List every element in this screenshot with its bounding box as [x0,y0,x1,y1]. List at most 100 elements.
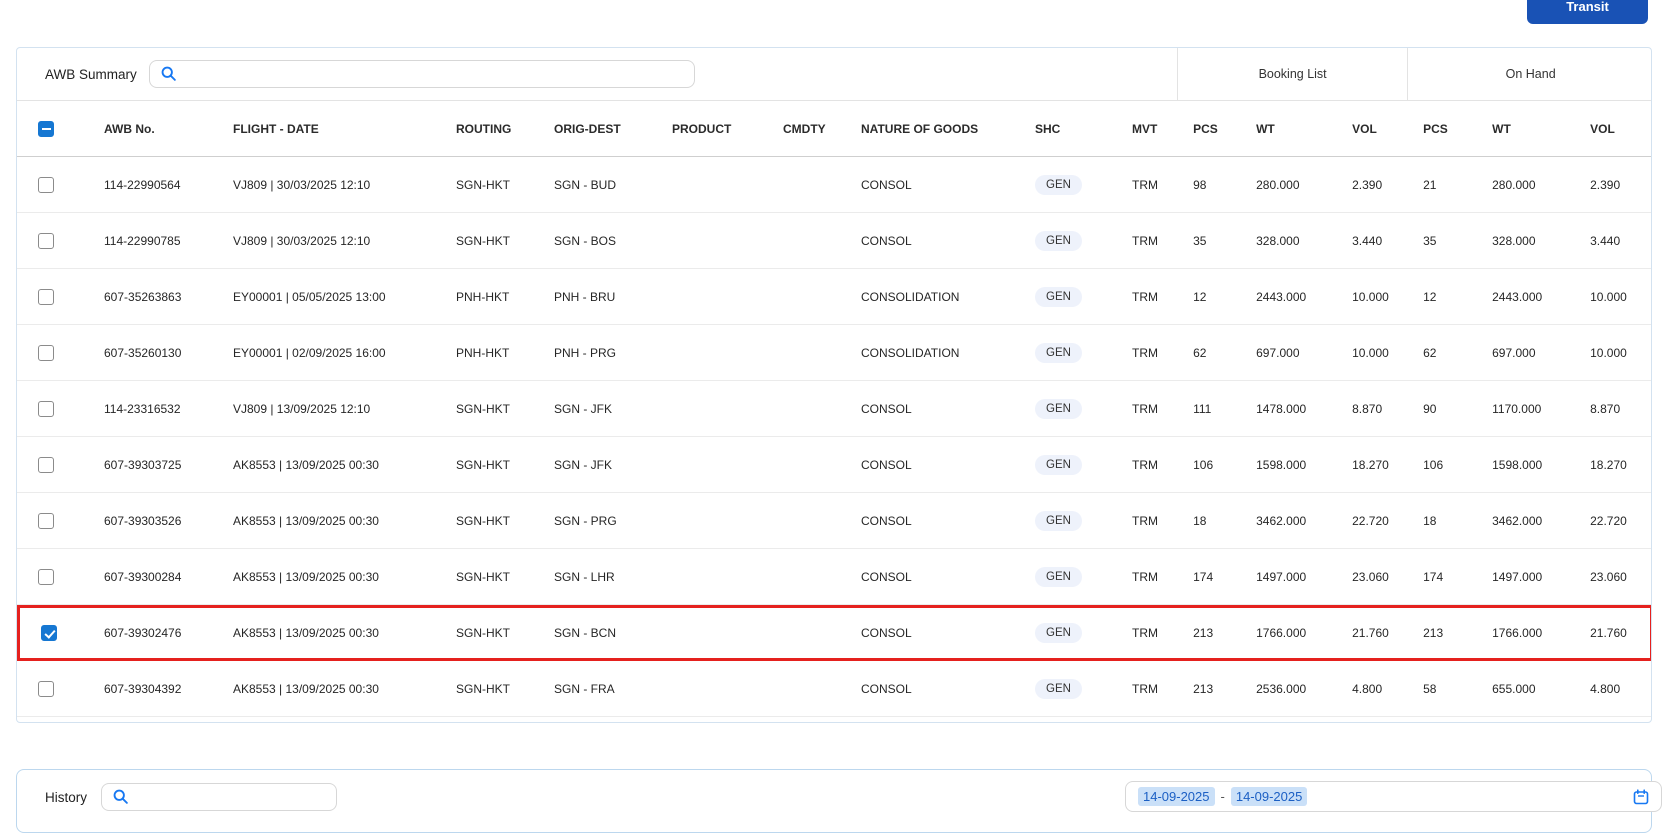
row-checkbox[interactable] [38,401,54,417]
cell-orig-dest: SGN - LHR [538,549,656,605]
cell-nature-of-goods: CONSOLIDATION [845,325,1019,381]
row-checkbox[interactable] [38,177,54,193]
cell-flight-date: VJ809 | 30/03/2025 12:10 [217,213,440,269]
shc-badge: GEN [1035,623,1082,643]
row-checkbox[interactable] [38,457,54,473]
table-group-header-row: AWB Summary Booking List On Hand [17,48,1652,101]
cell-nature-of-goods: CONSOL [845,213,1019,269]
cell-cmdty [767,381,845,437]
cell-booking-wt: 1766.000 [1240,605,1336,661]
cell-nature-of-goods: CONSOL [845,493,1019,549]
shc-badge: GEN [1035,399,1082,419]
col-cmdty: CMDTY [767,101,845,157]
cell-cmdty [767,549,845,605]
cell-booking-pcs: 106 [1177,437,1240,493]
awb-summary-search [149,60,695,88]
history-search [101,783,337,811]
row-checkbox[interactable] [38,345,54,361]
cell-product [656,325,767,381]
row-checkbox[interactable] [38,569,54,585]
cell-product [656,661,767,717]
select-all-checkbox[interactable] [38,121,54,137]
cell-product [656,269,767,325]
cell-onhand-wt: 655.000 [1476,661,1574,717]
transit-button[interactable]: Transit [1527,0,1648,24]
cell-cmdty [767,325,845,381]
cell-booking-vol: 23.060 [1336,549,1407,605]
cell-booking-pcs: 111 [1177,381,1240,437]
cell-nature-of-goods: CONSOL [845,605,1019,661]
cell-onhand-vol: 18.270 [1574,437,1652,493]
cell-onhand-wt: 1170.000 [1476,381,1574,437]
group-header-on-hand: On Hand [1407,48,1652,101]
cell-onhand-vol: 22.720 [1574,493,1652,549]
cell-booking-pcs: 12 [1177,269,1240,325]
cell-awb-no: 607-39300284 [88,549,217,605]
table-row: 114-23316532 VJ809 | 13/09/2025 12:10 SG… [17,381,1652,437]
date-range-picker[interactable]: 14-09-2025 - 14-09-2025 [1125,781,1662,812]
cell-product [656,437,767,493]
cell-onhand-wt: 1497.000 [1476,549,1574,605]
cell-orig-dest: SGN - FRA [538,661,656,717]
cell-cmdty [767,661,845,717]
cell-booking-pcs: 35 [1177,213,1240,269]
cell-onhand-vol: 10.000 [1574,325,1652,381]
cell-orig-dest: SGN - PRG [538,493,656,549]
cell-booking-vol: 18.270 [1336,437,1407,493]
awb-summary-search-input[interactable] [149,60,695,88]
table-row: 114-22990564 VJ809 | 30/03/2025 12:10 SG… [17,157,1652,213]
col-onhand-pcs: PCS [1407,101,1476,157]
row-checkbox[interactable] [38,233,54,249]
cell-booking-vol: 2.390 [1336,157,1407,213]
table-row: 607-39304392 AK8553 | 13/09/2025 00:30 S… [17,661,1652,717]
cell-flight-date: VJ809 | 13/09/2025 12:10 [217,381,440,437]
cell-onhand-vol: 3.440 [1574,213,1652,269]
cell-onhand-wt: 280.000 [1476,157,1574,213]
date-to[interactable]: 14-09-2025 [1231,787,1308,806]
cell-routing: SGN-HKT [440,661,538,717]
cell-routing: SGN-HKT [440,437,538,493]
group-header-booking-list: Booking List [1177,48,1407,101]
row-checkbox[interactable] [38,289,54,305]
history-search-input[interactable] [101,783,337,811]
cell-onhand-pcs: 21 [1407,157,1476,213]
col-onhand-vol: VOL [1574,101,1652,157]
cell-cmdty [767,157,845,213]
cell-flight-date: VJ809 | 30/03/2025 12:10 [217,157,440,213]
cell-onhand-pcs: 12 [1407,269,1476,325]
cell-routing: PNH-HKT [440,325,538,381]
col-product: PRODUCT [656,101,767,157]
table-row: 607-39303725 AK8553 | 13/09/2025 00:30 S… [17,437,1652,493]
cell-awb-no: 114-23316532 [88,381,217,437]
cell-mvt: TRM [1116,437,1177,493]
cell-mvt: TRM [1116,269,1177,325]
table-row: 607-35260130 EY00001 | 02/09/2025 16:00 … [17,325,1652,381]
cell-orig-dest: SGN - BCN [538,605,656,661]
cell-onhand-wt: 1766.000 [1476,605,1574,661]
col-booking-vol: VOL [1336,101,1407,157]
cell-onhand-pcs: 35 [1407,213,1476,269]
cell-routing: SGN-HKT [440,157,538,213]
awb-summary-panel: AWB Summary Booking List On Hand AWB No.… [16,47,1652,723]
cell-mvt: TRM [1116,605,1177,661]
cell-awb-no: 114-22990785 [88,213,217,269]
shc-badge: GEN [1035,567,1082,587]
cell-flight-date: AK8553 | 13/09/2025 00:30 [217,493,440,549]
col-onhand-wt: WT [1476,101,1574,157]
cell-booking-vol: 8.870 [1336,381,1407,437]
row-checkbox[interactable] [41,625,57,641]
cell-onhand-pcs: 58 [1407,661,1476,717]
row-checkbox[interactable] [38,681,54,697]
cell-product [656,605,767,661]
search-icon [112,788,129,805]
cell-onhand-vol: 23.060 [1574,549,1652,605]
history-panel: History 14-09-2025 - 14-09-2025 [16,769,1652,833]
calendar-icon[interactable] [1633,789,1649,805]
date-from[interactable]: 14-09-2025 [1138,787,1215,806]
cell-onhand-pcs: 213 [1407,605,1476,661]
cell-awb-no: 607-39304392 [88,661,217,717]
cell-mvt: TRM [1116,157,1177,213]
cell-awb-no: 607-39303526 [88,493,217,549]
row-checkbox[interactable] [38,513,54,529]
cell-orig-dest: SGN - BUD [538,157,656,213]
